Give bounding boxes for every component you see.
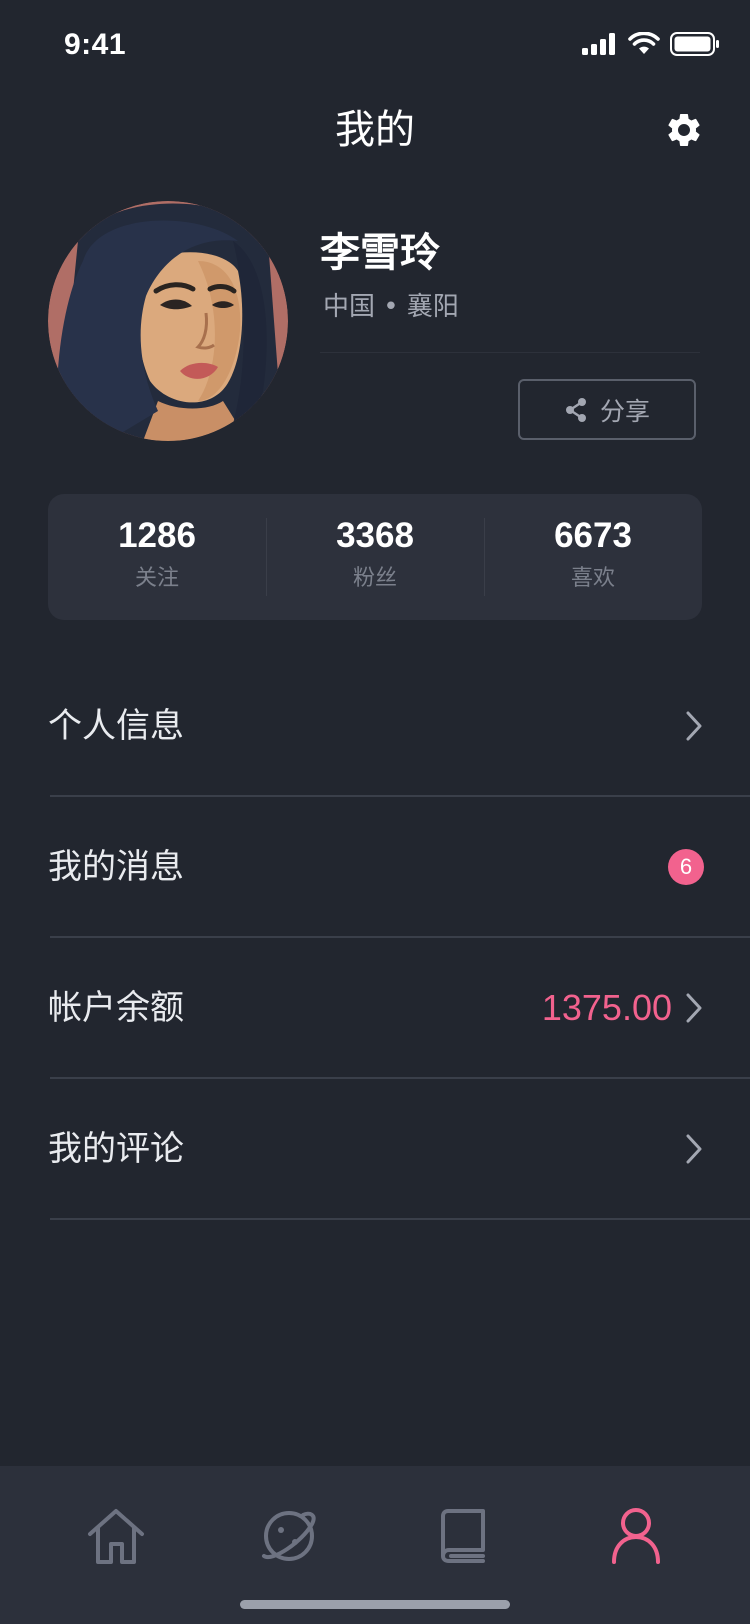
stat-value: 1286 [118,516,196,555]
book-icon [441,1509,485,1563]
stat-value: 3368 [336,516,414,555]
gear-icon [668,113,700,146]
cellular-signal-icon [582,33,615,55]
tab-discover[interactable] [249,1506,329,1586]
stat-label: 粉丝 [352,566,397,591]
menu-item-right [684,1123,704,1175]
share-button[interactable]: 分享 [518,379,696,440]
tab-library[interactable] [423,1506,503,1586]
menu-item-right: 6 [668,841,704,893]
status-bar: 9:41 [0,0,750,96]
user-name: 李雪玲 [320,230,440,276]
settings-button[interactable] [664,110,704,150]
stat-label: 关注 [134,566,179,591]
menu-item-messages[interactable]: 我的消息 6 [0,797,750,938]
stat-followers[interactable]: 3368 粉丝 [266,494,484,620]
home-indicator [240,1600,510,1609]
profile-divider [320,352,700,353]
profile-screen: 9:41 我的 李雪玲 中国 • 襄阳 分享 1286 关注 3368 粉丝 6… [0,0,750,1624]
menu-item-right [684,700,704,752]
menu-item-personal-info[interactable]: 个人信息 [0,656,750,797]
stat-label: 喜欢 [570,566,615,591]
planet-icon [262,1511,316,1561]
avatar-portrait-image [48,201,288,441]
menu-item-balance[interactable]: 帐户余额 1375.00 [0,938,750,1079]
balance-value: 1375.00 [541,987,672,1028]
menu-item-label: 我的消息 [48,847,184,887]
status-icons [582,32,720,56]
status-time: 9:41 [64,28,127,61]
user-icon [612,1508,660,1564]
menu-item-comments[interactable]: 我的评论 [0,1079,750,1220]
menu-divider [50,1218,750,1220]
wifi-icon [628,32,660,54]
stat-likes[interactable]: 6673 喜欢 [484,494,702,620]
user-location: 中国 • 襄阳 [323,292,459,322]
menu-list: 个人信息 我的消息 6 帐户余额 1375.00 我的评论 [0,656,750,1220]
stat-following[interactable]: 1286 关注 [48,494,266,620]
tab-profile[interactable] [596,1506,676,1586]
menu-item-label: 帐户余额 [48,988,184,1028]
chevron-right-icon [686,1134,702,1164]
stats-card: 1286 关注 3368 粉丝 6673 喜欢 [48,494,702,620]
battery-icon [670,32,719,56]
home-icon [88,1509,144,1564]
avatar[interactable] [48,201,288,441]
stat-value: 6673 [554,516,632,555]
chevron-right-icon [686,993,702,1023]
menu-item-label: 我的评论 [48,1129,184,1169]
share-label: 分享 [599,396,650,426]
share-icon [565,397,586,422]
unread-badge: 6 [668,849,704,885]
tab-home[interactable] [76,1506,156,1586]
chevron-right-icon [686,711,702,741]
menu-item-label: 个人信息 [48,706,184,746]
menu-item-right: 1375.00 [542,982,704,1034]
page-title: 我的 [335,107,415,153]
